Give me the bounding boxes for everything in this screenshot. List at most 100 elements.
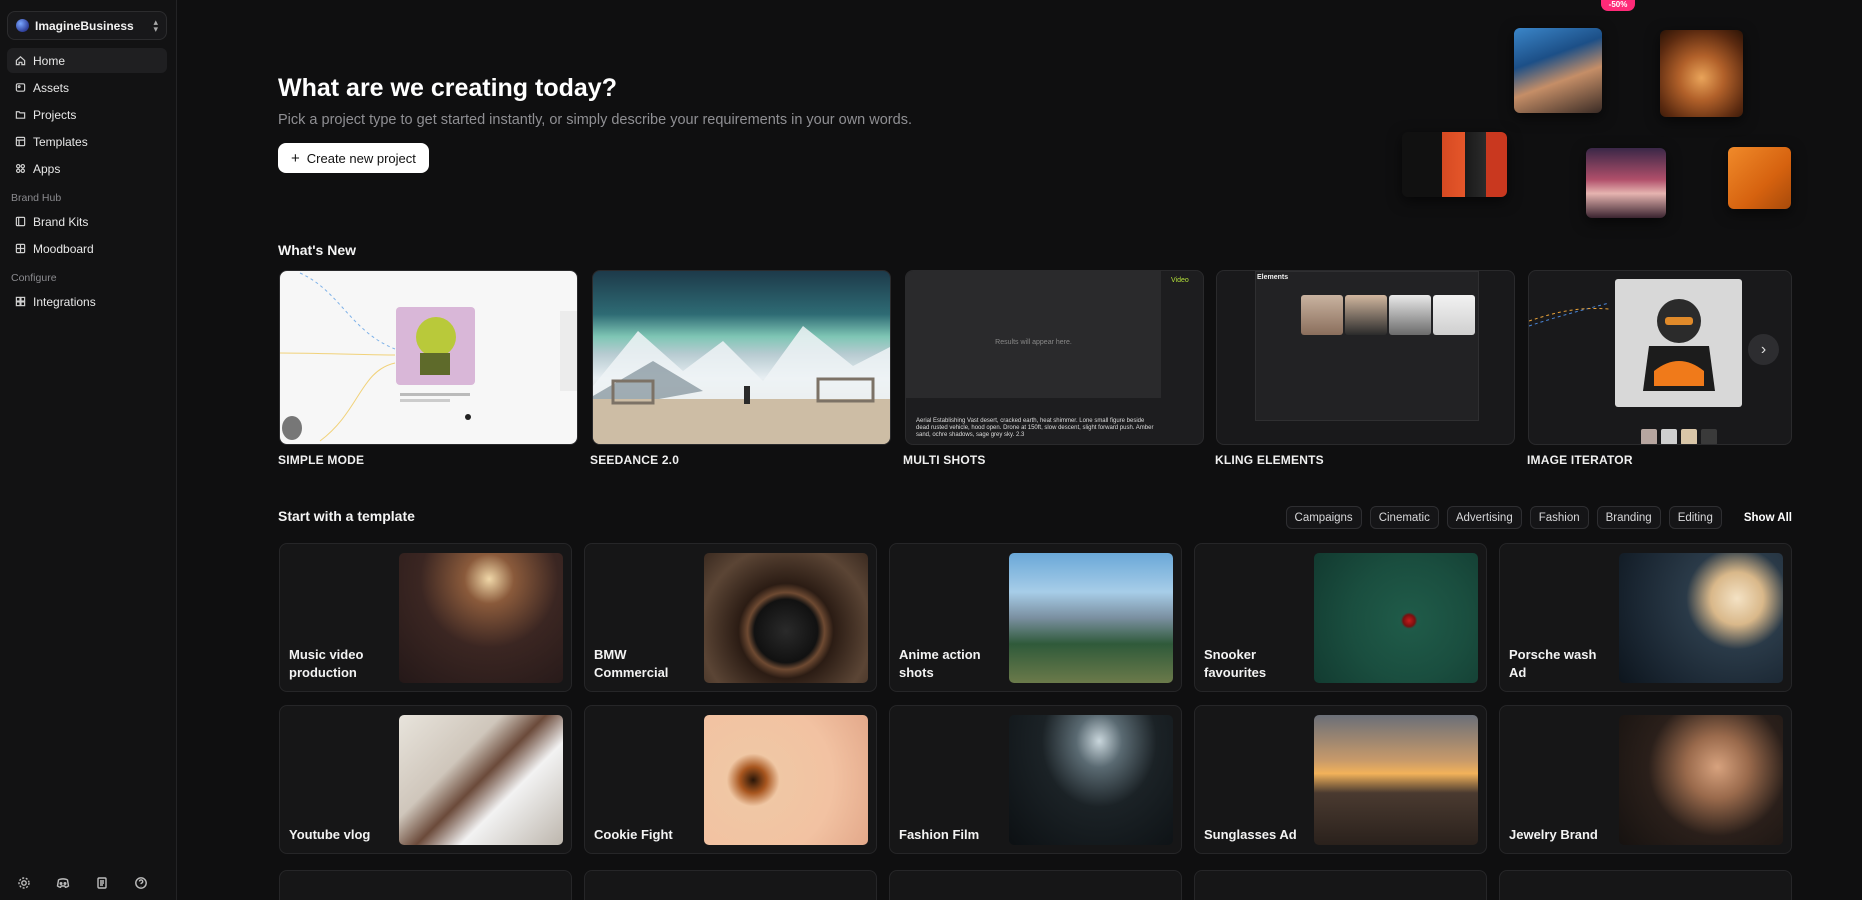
- workspace-name: ImagineBusiness: [35, 18, 134, 33]
- page-title: What are we creating today?: [278, 74, 617, 102]
- results-area: [906, 271, 1161, 398]
- video-tag: Video: [1171, 277, 1189, 284]
- sidebar-item-label: Templates: [33, 134, 88, 149]
- assets-icon: [15, 83, 26, 92]
- templates-icon: [15, 136, 26, 147]
- template-label: Cookie Fight: [594, 827, 673, 842]
- sidebar-item-label: Assets: [33, 80, 70, 95]
- plus-icon: +: [291, 149, 300, 167]
- template-filters: Campaigns Cinematic Advertising Fashion …: [1285, 506, 1792, 529]
- element-thumb-man: [1301, 295, 1343, 335]
- sidebar-item-label: Projects: [33, 107, 77, 122]
- sidebar-item-projects[interactable]: Projects: [7, 102, 167, 127]
- template-card[interactable]: BMW Commercial: [584, 543, 877, 692]
- sidebar-item-brand-kits[interactable]: Brand Kits: [7, 209, 167, 234]
- filter-chip-cinematic[interactable]: Cinematic: [1369, 506, 1439, 529]
- template-card[interactable]: Anime action shots: [889, 543, 1182, 692]
- elements-panel: [1255, 271, 1479, 421]
- sidebar-item-integrations[interactable]: Integrations: [7, 289, 167, 314]
- create-button-label: Create new project: [306, 150, 416, 166]
- template-label: Jewelry Brand: [1509, 827, 1598, 842]
- template-label: Music video production: [289, 647, 364, 680]
- whats-new-card-kling-elements[interactable]: Elements: [1216, 270, 1515, 445]
- template-label: BMW Commercial: [594, 647, 669, 680]
- template-thumbnail: [399, 553, 563, 683]
- home-icon: [15, 56, 26, 66]
- collage-image-perfume: [1660, 30, 1743, 117]
- help-icon[interactable]: [131, 873, 150, 892]
- template-thumbnail: [704, 553, 868, 683]
- template-label: Fashion Film: [899, 827, 980, 842]
- sidebar-item-apps[interactable]: Apps: [7, 156, 167, 181]
- docs-icon[interactable]: [92, 873, 111, 892]
- element-thumb-man-suit: [1345, 295, 1387, 335]
- sidebar-item-moodboard[interactable]: Moodboard: [7, 236, 167, 261]
- template-thumbnail: [704, 715, 868, 845]
- whats-new-card-multi-shots[interactable]: Results will appear here. Video Aerial E…: [905, 270, 1204, 445]
- collage-image-drink: [1514, 28, 1602, 113]
- template-card[interactable]: [279, 870, 572, 900]
- whats-new-card-seedance[interactable]: [592, 270, 891, 445]
- simple-mode-preview: [280, 272, 577, 442]
- configure-heading: Configure: [11, 272, 57, 284]
- whats-new-label: KLING ELEMENTS: [1215, 453, 1324, 467]
- discord-icon[interactable]: [53, 873, 72, 892]
- page-subtitle: Pick a project type to get started insta…: [278, 112, 912, 128]
- element-thumb-car-white: [1433, 295, 1475, 335]
- filter-chip-fashion[interactable]: Fashion: [1529, 506, 1589, 529]
- template-card[interactable]: Snooker favourites: [1194, 543, 1487, 692]
- template-card[interactable]: Youtube vlog: [279, 705, 572, 854]
- brand-kit-icon: [15, 216, 26, 227]
- whats-new-label: SEEDANCE 2.0: [590, 453, 680, 467]
- filter-chip-campaigns[interactable]: Campaigns: [1285, 506, 1362, 529]
- moodboard-icon: [15, 243, 26, 254]
- filter-chip-editing[interactable]: Editing: [1668, 506, 1722, 529]
- templates-heading: Start with a template: [278, 508, 415, 524]
- whats-new-card-simple-mode[interactable]: [279, 270, 578, 445]
- template-thumbnail: [1619, 553, 1783, 683]
- template-card[interactable]: Sunglasses Ad: [1194, 705, 1487, 854]
- whats-new-label: SIMPLE MODE: [278, 453, 365, 467]
- template-thumbnail: [1009, 553, 1173, 683]
- sidebar-item-label: Integrations: [33, 294, 96, 309]
- show-all-link[interactable]: Show All: [1744, 512, 1792, 524]
- results-placeholder: Results will appear here.: [995, 339, 1072, 346]
- sidebar-item-label: Home: [33, 53, 66, 68]
- filter-chip-advertising[interactable]: Advertising: [1446, 506, 1522, 529]
- template-card[interactable]: Cookie Fight: [584, 705, 877, 854]
- collage-image-neon-portrait: [1586, 148, 1666, 218]
- template-card[interactable]: Porsche wash Ad: [1499, 543, 1792, 692]
- template-label: Youtube vlog: [289, 827, 371, 842]
- carousel-next-button[interactable]: ›: [1748, 334, 1779, 365]
- sidebar-item-assets[interactable]: Assets: [7, 75, 167, 100]
- template-thumbnail: [1009, 715, 1173, 845]
- brand-hub-heading: Brand Hub: [11, 192, 62, 204]
- workspace-switcher[interactable]: ImagineBusiness ▴ ▾: [7, 11, 167, 40]
- whats-new-label: MULTI SHOTS: [903, 453, 986, 467]
- template-card[interactable]: Fashion Film: [889, 705, 1182, 854]
- settings-icon[interactable]: [14, 873, 33, 892]
- sidebar: ImagineBusiness ▴ ▾ Home Assets Projects …: [0, 0, 177, 900]
- create-new-project-button[interactable]: + Create new project: [278, 143, 429, 173]
- template-card[interactable]: [584, 870, 877, 900]
- template-thumbnail: [1314, 715, 1478, 845]
- element-thumb-car-dark: [1389, 295, 1431, 335]
- template-label: Snooker favourites: [1204, 647, 1267, 680]
- seedance-preview: [593, 326, 890, 444]
- collage-image-sneaker-poster: [1728, 147, 1791, 209]
- sidebar-item-templates[interactable]: Templates: [7, 129, 167, 154]
- sidebar-item-label: Brand Kits: [33, 214, 89, 229]
- sidebar-item-label: Apps: [33, 161, 61, 176]
- filter-chip-branding[interactable]: Branding: [1596, 506, 1661, 529]
- sidebar-item-home[interactable]: Home: [7, 48, 167, 73]
- template-card[interactable]: Music video production: [279, 543, 572, 692]
- template-card[interactable]: [1499, 870, 1792, 900]
- folder-icon: [15, 111, 26, 119]
- template-card[interactable]: [889, 870, 1182, 900]
- template-card[interactable]: [1194, 870, 1487, 900]
- template-card[interactable]: Jewelry Brand: [1499, 705, 1792, 854]
- whats-new-heading: What's New: [278, 242, 357, 258]
- chevron-right-icon: ›: [1760, 340, 1767, 358]
- template-label: Porsche wash Ad: [1509, 647, 1597, 680]
- prompt-text: Aerial Establishing Vast desert, cracked…: [916, 418, 1154, 438]
